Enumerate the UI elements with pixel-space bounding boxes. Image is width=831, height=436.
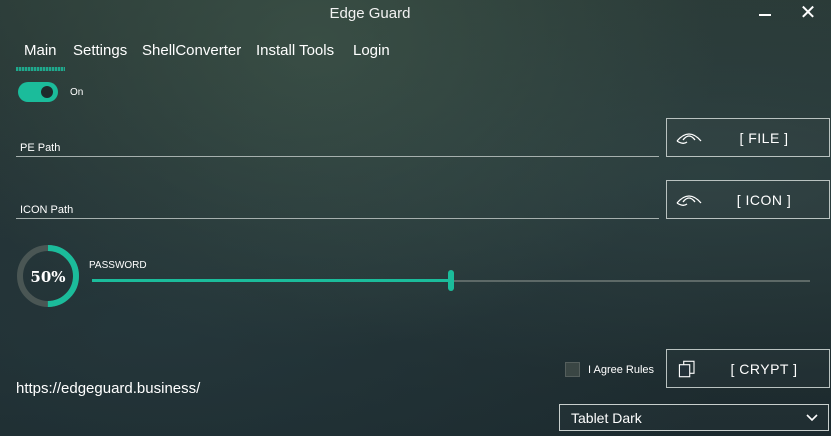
crypt-button-label: [ CRYPT ]	[730, 361, 798, 377]
tab-main[interactable]: Main	[24, 42, 57, 59]
close-button[interactable]: ✕	[791, 2, 825, 26]
on-toggle[interactable]	[18, 82, 58, 102]
icon-path-field	[16, 189, 659, 219]
progress-percent: 50%	[30, 268, 66, 286]
eye-icon	[676, 195, 702, 206]
tab-settings[interactable]: Settings	[73, 42, 127, 59]
icon-path-input[interactable]	[16, 189, 659, 218]
eye-icon	[676, 133, 702, 144]
tab-shellconverter[interactable]: ShellConverter	[142, 42, 241, 59]
active-tab-indicator	[16, 67, 65, 71]
file-button[interactable]: [ FILE ]	[666, 118, 830, 157]
file-button-label: [ FILE ]	[739, 130, 789, 146]
theme-select[interactable]: Tablet Dark	[559, 404, 829, 431]
slider-fill	[92, 279, 451, 282]
website-link[interactable]: https://edgeguard.business/	[16, 380, 200, 397]
pe-path-input[interactable]	[16, 127, 659, 156]
slider-thumb[interactable]	[448, 270, 454, 291]
close-icon: ✕	[799, 2, 817, 24]
window-title: Edge Guard	[329, 5, 411, 22]
tab-install-tools[interactable]: Install Tools	[256, 42, 334, 59]
agree-rules-checkbox[interactable]	[565, 362, 580, 377]
title-bar: Edge Guard ✕	[0, 0, 831, 28]
toggle-label: On	[70, 87, 84, 98]
crypt-button[interactable]: [ CRYPT ]	[666, 349, 830, 388]
icon-button[interactable]: [ ICON ]	[666, 180, 830, 219]
tab-login[interactable]: Login	[353, 42, 390, 59]
icon-button-label: [ ICON ]	[736, 192, 792, 208]
chevron-down-icon	[806, 414, 818, 422]
minimize-icon	[759, 14, 771, 16]
toggle-knob	[41, 86, 53, 98]
password-slider[interactable]	[92, 270, 810, 292]
minimize-button[interactable]	[748, 2, 782, 26]
pe-path-field	[16, 127, 659, 157]
theme-select-value: Tablet Dark	[571, 410, 642, 426]
agree-rules-label: I Agree Rules	[588, 364, 655, 376]
copy-icon	[678, 360, 695, 378]
